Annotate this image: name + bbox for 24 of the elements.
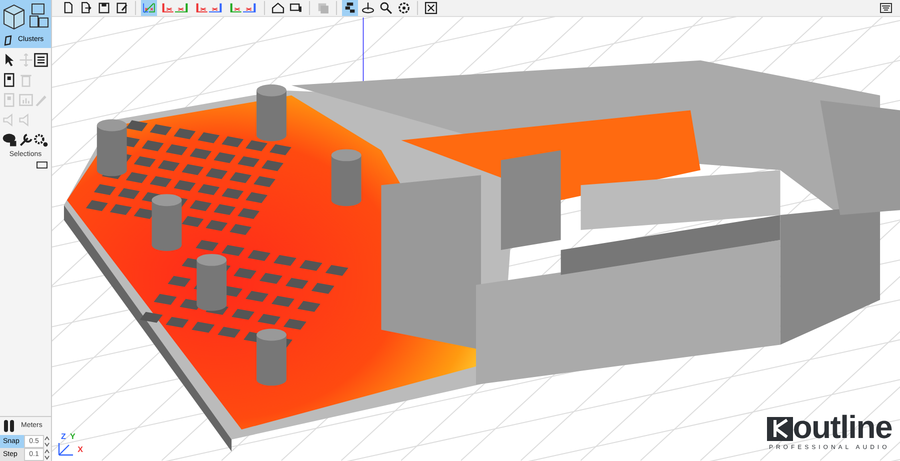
settings-button[interactable]	[396, 0, 412, 16]
list-icon[interactable]	[33, 52, 50, 68]
axis-label: Y	[70, 433, 76, 441]
axis-label: Z	[61, 433, 66, 441]
gears-icon[interactable]	[33, 132, 50, 148]
spinner-icon[interactable]	[44, 449, 50, 460]
outline-shape-icon	[4, 34, 12, 46]
wrench-icon[interactable]	[18, 132, 34, 148]
logo-wordmark: outline	[792, 413, 892, 441]
axis-view-button[interactable]	[141, 0, 157, 16]
selection-box-icon[interactable]	[36, 160, 48, 168]
save-button[interactable]	[96, 0, 112, 16]
keyboard-icon[interactable]	[880, 3, 892, 13]
axis-label: X	[78, 446, 83, 454]
mapping-button[interactable]	[360, 0, 376, 16]
logo-mark-icon	[766, 415, 793, 441]
house-button[interactable]	[270, 0, 286, 16]
server-stack-icon[interactable]	[29, 3, 50, 29]
close-button[interactable]	[423, 0, 439, 16]
save-as-button[interactable]	[114, 0, 130, 16]
search-button[interactable]	[378, 0, 394, 16]
speaker-cluster-button[interactable]	[342, 0, 358, 16]
speaker-group-icon[interactable]	[2, 132, 18, 148]
spinner-icon[interactable]	[44, 436, 50, 447]
